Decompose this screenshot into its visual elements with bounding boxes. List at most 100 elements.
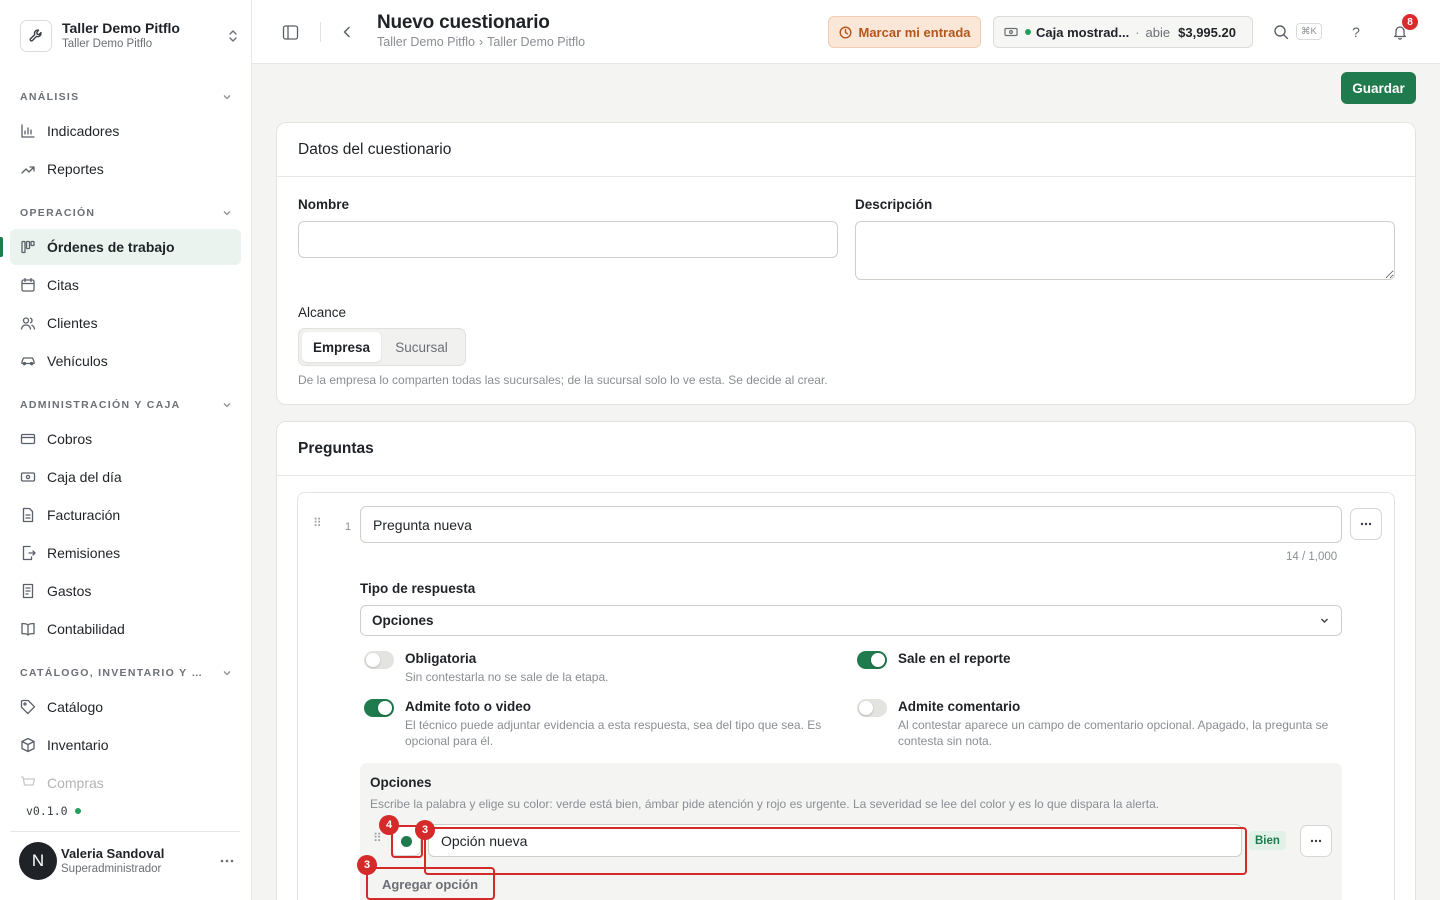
register-amount: $3,995.20 xyxy=(1178,24,1236,40)
sidebar-item-label: Contabilidad xyxy=(47,621,125,637)
sidebar-item-label: Compras xyxy=(47,775,104,791)
answer-type-value: Opciones xyxy=(372,613,434,628)
sidebar-item-label: Gastos xyxy=(47,583,92,599)
save-button[interactable]: Guardar xyxy=(1341,72,1416,104)
version-label: v0.1.0 xyxy=(26,804,68,818)
toggle-admite-comentario: Admite comentario Al contestar aparece u… xyxy=(857,698,1337,749)
cash-icon xyxy=(1004,27,1018,37)
breadcrumb-item[interactable]: Taller Demo Pitflo xyxy=(377,35,475,49)
bar-chart-icon xyxy=(21,124,35,138)
drag-handle-icon[interactable]: ⠿ xyxy=(313,517,322,529)
drag-handle-icon[interactable]: ⠿ xyxy=(373,832,382,844)
sidebar-item-label: Vehículos xyxy=(47,353,108,369)
options-panel: Opciones Escribe la palabra y elige su c… xyxy=(360,763,1342,900)
car-icon xyxy=(21,357,35,366)
org-branch: Taller Demo Pitflo xyxy=(62,38,153,50)
sidebar-item-vehiculos[interactable]: Vehículos xyxy=(10,343,241,379)
sidebar-item-citas[interactable]: Citas xyxy=(10,267,241,303)
sidebar-item-contabilidad[interactable]: Contabilidad xyxy=(10,611,241,647)
sidebar-item-catalogo[interactable]: Catálogo xyxy=(10,689,241,725)
app-version: v0.1.0 xyxy=(26,804,81,818)
section-administracion[interactable]: ADMINISTRACIÓN Y CAJA xyxy=(20,397,232,413)
option-color-button[interactable] xyxy=(391,826,421,856)
wrench-icon xyxy=(20,20,52,52)
sidebar-item-facturacion[interactable]: Facturación xyxy=(10,497,241,533)
kanban-icon xyxy=(21,240,35,254)
chevron-down-icon xyxy=(223,211,231,216)
users-icon xyxy=(20,317,36,330)
box-icon xyxy=(21,737,35,753)
toggle-description: Sin contestarla no se sale de la etapa. xyxy=(405,670,609,684)
sidebar-toggle-icon[interactable] xyxy=(276,18,304,46)
sidebar-item-label: Caja del día xyxy=(47,469,122,485)
sidebar-item-indicadores[interactable]: Indicadores xyxy=(10,113,241,149)
option-more-button[interactable] xyxy=(1300,825,1332,857)
sidebar-item-reportes[interactable]: Reportes xyxy=(10,151,241,187)
toggle-title: Admite comentario xyxy=(898,699,1021,714)
toggle-switch[interactable] xyxy=(364,699,394,717)
back-arrow-icon[interactable] xyxy=(333,18,361,46)
main-content: Guardar Datos del cuestionario Nombre De… xyxy=(252,64,1440,900)
add-option-button[interactable]: Agregar opción xyxy=(370,871,490,897)
org-switcher[interactable]: Taller Demo Pitflo Taller Demo Pitflo xyxy=(20,19,240,53)
card-title: Datos del cuestionario xyxy=(277,123,1415,177)
section-operacion[interactable]: OPERACIÓN xyxy=(20,205,232,221)
toggle-switch[interactable] xyxy=(857,699,887,717)
answer-type-select[interactable]: Opciones xyxy=(360,605,1342,636)
user-menu[interactable]: N Valeria Sandoval Superadministrador xyxy=(10,831,240,889)
section-catalogo[interactable]: CATÁLOGO, INVENTARIO Y CO... xyxy=(20,665,232,681)
section-title: CATÁLOGO, INVENTARIO Y CO... xyxy=(20,667,210,679)
description-textarea[interactable] xyxy=(855,221,1395,280)
sidebar-item-label: Indicadores xyxy=(47,123,120,139)
cash-register-button[interactable]: Caja mostrad... · abie $3,995.20 xyxy=(993,16,1253,48)
sidebar-item-gastos[interactable]: Gastos xyxy=(10,573,241,609)
sidebar-item-inventario[interactable]: Inventario xyxy=(10,727,241,763)
more-horizontal-icon[interactable] xyxy=(216,850,238,872)
scope-segmented-control: Empresa Sucursal xyxy=(298,328,466,366)
org-name: Taller Demo Pitflo xyxy=(62,20,180,36)
breadcrumb-item[interactable]: Taller Demo Pitflo xyxy=(487,35,585,49)
toggle-title: Admite foto o video xyxy=(405,699,531,714)
option-label-input[interactable] xyxy=(428,824,1242,857)
section-title: ANÁLISIS xyxy=(20,91,80,103)
scope-option-empresa[interactable]: Empresa xyxy=(302,332,382,362)
clock-in-button[interactable]: Marcar mi entrada xyxy=(828,16,981,48)
register-name: Caja mostrad... xyxy=(1036,24,1130,40)
question-more-button[interactable] xyxy=(1350,508,1382,540)
sidebar-item-clientes[interactable]: Clientes xyxy=(10,305,241,341)
toggle-switch[interactable] xyxy=(364,651,394,669)
sidebar: Taller Demo Pitflo Taller Demo Pitflo AN… xyxy=(0,0,252,900)
name-input[interactable] xyxy=(298,221,838,258)
notification-badge: 8 xyxy=(1402,14,1418,30)
sidebar-item-label: Reportes xyxy=(47,161,104,177)
question-number: 1 xyxy=(345,521,352,533)
user-name: Valeria Sandoval xyxy=(61,845,165,861)
scope-option-sucursal[interactable]: Sucursal xyxy=(381,332,462,362)
toggle-switch[interactable] xyxy=(857,651,887,669)
search-icon[interactable] xyxy=(1267,18,1295,46)
sidebar-item-remisiones[interactable]: Remisiones xyxy=(10,535,241,571)
avatar: N xyxy=(19,841,57,880)
sidebar-item-label: Clientes xyxy=(47,315,98,331)
sidebar-item-compras[interactable]: Compras xyxy=(10,765,241,801)
shortcut-hint: ⌘K xyxy=(1296,23,1322,40)
question-text-input[interactable] xyxy=(360,506,1342,543)
more-horizontal-icon xyxy=(1360,522,1372,526)
sidebar-item-caja[interactable]: Caja del día xyxy=(10,459,241,495)
user-role: Superadministrador xyxy=(61,862,162,875)
char-counter: 14 / 1,000 xyxy=(1286,551,1338,563)
clock-in-label: Marcar mi entrada xyxy=(858,24,971,40)
help-icon[interactable]: ? xyxy=(1342,18,1370,46)
section-analisis[interactable]: ANÁLISIS xyxy=(20,89,232,105)
breadcrumb: Taller Demo Pitflo › Taller Demo Pitflo xyxy=(377,35,585,49)
file-icon xyxy=(22,507,34,523)
card-title: Preguntas xyxy=(277,422,1415,476)
status-dot xyxy=(74,808,81,814)
sidebar-item-label: Órdenes de trabajo xyxy=(47,239,175,255)
credit-card-icon xyxy=(20,433,36,445)
top-bar: Nuevo cuestionario Taller Demo Pitflo › … xyxy=(252,0,1440,64)
toggle-title: Obligatoria xyxy=(405,651,477,666)
sidebar-item-cobros[interactable]: Cobros xyxy=(10,421,241,457)
sidebar-item-ordenes[interactable]: Órdenes de trabajo xyxy=(0,229,241,265)
toggle-title: Sale en el reporte xyxy=(898,651,1011,666)
